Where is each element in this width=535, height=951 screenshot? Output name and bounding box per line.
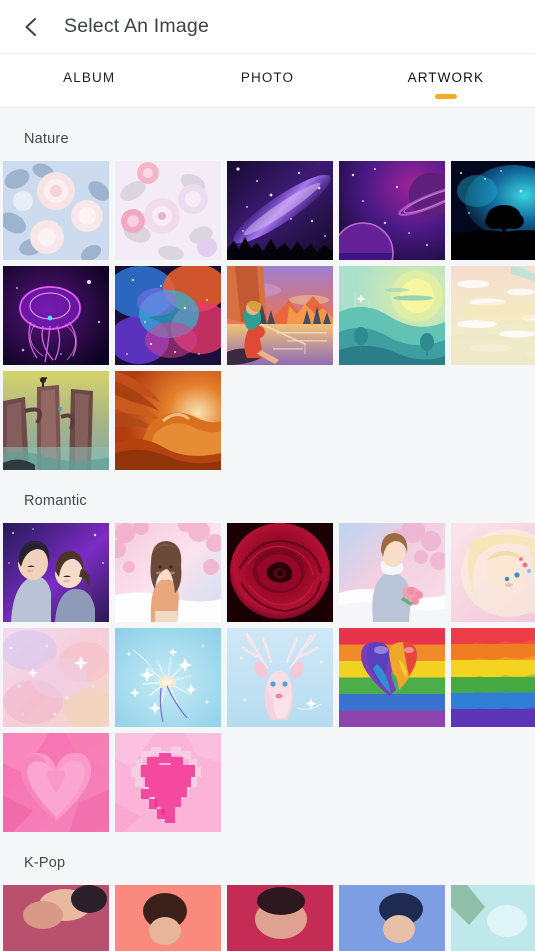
thumbnail-blonde-anime-girl-pastel[interactable] [451, 523, 535, 622]
thumbnail-teal-moonlit-hills-illustration[interactable] [339, 266, 445, 365]
thumbnail-pastel-pink-deer[interactable] [227, 628, 333, 727]
thumbnail-pixel-pink-heart[interactable] [115, 733, 221, 832]
tab-photo[interactable]: PHOTO [178, 54, 356, 107]
thumbnail-rainbow-heart-balloon[interactable] [339, 628, 445, 727]
tab-album[interactable]: ALBUM [0, 54, 178, 107]
thumbnail-kpop-idol-maroon[interactable] [3, 885, 109, 951]
page-title: Select An Image [64, 15, 210, 37]
thumbnail-purple-galaxy-forest-silhouette[interactable] [227, 161, 333, 260]
image-picker-scroll-area[interactable]: Nature Romantic K-Pop [0, 108, 535, 951]
thumbnail-teal-galaxy-tree-silhouette[interactable] [451, 161, 535, 260]
back-button[interactable] [10, 6, 52, 48]
thumbnail-kpop-idol-mint[interactable] [451, 885, 535, 951]
thumbnail-neon-jellyfish-dark[interactable] [3, 266, 109, 365]
tab-artwork[interactable]: ARTWORK [357, 54, 535, 107]
thumbnail-kpop-idol-blue[interactable] [339, 885, 445, 951]
app-bar: Select An Image [0, 0, 535, 54]
thumbnail-cliff-canyon-explorer-art[interactable] [3, 371, 109, 470]
thumbnail-pink-peony-floral-pattern[interactable] [115, 161, 221, 260]
section-title-nature: Nature [24, 131, 69, 147]
thumbnail-purple-space-planets[interactable] [339, 161, 445, 260]
thumbnail-anime-boy-with-bouquet-snow[interactable] [339, 523, 445, 622]
thumbnail-dandelion-sparkles-blue[interactable] [115, 628, 221, 727]
tab-active-indicator [434, 94, 457, 99]
image-grid-nature [0, 161, 535, 470]
thumbnail-anime-girl-cherry-blossom[interactable] [115, 523, 221, 622]
section-title-kpop: K-Pop [24, 855, 66, 871]
image-grid-romantic [0, 523, 535, 832]
thumbnail-kpop-idol-crimson[interactable] [227, 885, 333, 951]
thumbnail-pastel-beach-sunrise[interactable] [451, 266, 535, 365]
tab-album-label: ALBUM [63, 70, 116, 85]
thumbnail-fisherman-at-sunset-lake[interactable] [227, 266, 333, 365]
thumbnail-orange-desert-dunes-art[interactable] [115, 371, 221, 470]
thumbnail-pastel-pink-galaxy[interactable] [3, 628, 109, 727]
thumbnail-dark-red-rose-closeup[interactable] [227, 523, 333, 622]
thumbnail-anime-couple-night-sky[interactable] [3, 523, 109, 622]
tab-bar: ALBUM PHOTO ARTWORK [0, 54, 535, 108]
thumbnail-rainbow-pride-stripes[interactable] [451, 628, 535, 727]
section-title-romantic: Romantic [24, 493, 87, 509]
chevron-left-icon [20, 16, 42, 38]
thumbnail-colorful-nebula-clouds[interactable] [115, 266, 221, 365]
thumbnail-blue-roses-floral-pattern[interactable] [3, 161, 109, 260]
tab-artwork-label: ARTWORK [407, 70, 485, 85]
thumbnail-kpop-idol-coral[interactable] [115, 885, 221, 951]
thumbnail-pink-paper-heart[interactable] [3, 733, 109, 832]
tab-photo-label: PHOTO [240, 70, 295, 85]
image-grid-kpop [0, 885, 535, 951]
